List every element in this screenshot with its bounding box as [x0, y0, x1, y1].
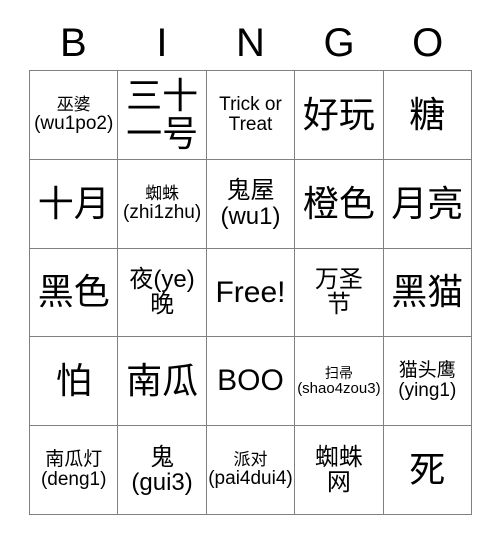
- bingo-cell-main-text: 十月: [37, 182, 110, 224]
- bingo-cell-sub-text: Treat: [228, 113, 273, 135]
- bingo-cell-content: 死: [385, 449, 470, 491]
- bingo-cell-content: 扫帚 (shao4zou3): [296, 366, 381, 397]
- bingo-cell-sub-text: (shao4zou3): [297, 379, 381, 397]
- bingo-cell-r2-c5[interactable]: 月亮: [383, 159, 472, 249]
- bingo-cell-r4-c2[interactable]: 南瓜: [118, 337, 207, 427]
- bingo-cell-main-text: 怕: [55, 360, 92, 402]
- bingo-cell-r3-c3[interactable]: Free!: [206, 248, 296, 338]
- bingo-header: B I N G O: [29, 16, 472, 70]
- bingo-cell-main-text: 鬼: [150, 443, 175, 471]
- bingo-cell-main-text: 南瓜: [126, 360, 199, 402]
- bingo-cell-r2-c2[interactable]: 蜘蛛 (zhi1zhu): [118, 159, 207, 249]
- bingo-cell-r5-c4[interactable]: 蜘蛛网: [295, 426, 384, 515]
- bingo-cell-r2-c1[interactable]: 十月: [30, 159, 119, 249]
- bingo-cell-sub-text: 节: [326, 291, 351, 319]
- bingo-cell-content: 派对 (pai4dui4): [208, 450, 293, 490]
- bingo-cell-main-text: Trick or: [219, 93, 282, 115]
- bingo-cell-r5-c2[interactable]: 鬼 (gui3): [118, 426, 207, 515]
- bingo-cell-r2-c4[interactable]: 橙色: [295, 159, 384, 249]
- bingo-cell-content: 鬼 (gui3): [119, 443, 204, 497]
- bingo-cell-main-text: 黑猫: [391, 271, 464, 313]
- bingo-cell-content: 猫头鹰 (ying1): [385, 361, 470, 401]
- bingo-cell-content: 夜(ye) 晚: [119, 267, 204, 318]
- bingo-cell-main-text: 黑色: [37, 271, 110, 313]
- bingo-cell-content: 黑色: [31, 273, 116, 311]
- bingo-cell-content: Free!: [208, 275, 293, 309]
- bingo-cell-r1-c4[interactable]: 好玩: [295, 71, 384, 160]
- bingo-cell-sub-text: 一号: [126, 112, 199, 154]
- header-letter-i: I: [156, 21, 168, 65]
- bingo-cell-r1-c3[interactable]: Trick or Treat: [206, 71, 296, 160]
- bingo-cell-content: 蜘蛛 (zhi1zhu): [119, 183, 204, 223]
- bingo-cell-sub-text: (pai4dui4): [208, 468, 293, 490]
- bingo-cell-sub-text: (wu1): [220, 202, 281, 230]
- bingo-cell-r4-c4[interactable]: 扫帚 (shao4zou3): [295, 337, 384, 427]
- bingo-cell-r5-c3[interactable]: 派对 (pai4dui4): [206, 426, 296, 515]
- bingo-cell-main-text: 橙色: [302, 182, 375, 224]
- bingo-cell-r5-c1[interactable]: 南瓜灯 (deng1): [30, 426, 119, 515]
- bingo-cell-main-text: 扫帚: [324, 364, 353, 381]
- bingo-cell-main-text: 蜘蛛: [145, 183, 180, 203]
- bingo-cell-sub-text: 网: [326, 469, 351, 497]
- bingo-cell-content: 橙色: [296, 182, 381, 224]
- bingo-cell-content: 怕: [31, 362, 116, 400]
- bingo-cell-r3-c2[interactable]: 夜(ye) 晚: [118, 248, 207, 338]
- bingo-cell-main-text: 夜(ye): [129, 266, 195, 294]
- bingo-cell-r1-c5[interactable]: 糖: [383, 71, 472, 160]
- bingo-cell-r4-c1[interactable]: 怕: [30, 337, 119, 427]
- bingo-cell-main-text: 鬼屋: [226, 177, 275, 205]
- header-letter-n: N: [236, 21, 265, 65]
- bingo-cell-main-text: 万圣: [314, 266, 363, 294]
- bingo-cell-content: 蜘蛛网: [296, 443, 381, 497]
- bingo-cell-main-text: 三十: [126, 74, 199, 116]
- bingo-cell-r4-c5[interactable]: 猫头鹰 (ying1): [383, 337, 472, 427]
- bingo-cell-content: 好玩: [296, 93, 381, 135]
- bingo-cell-sub-text: (ying1): [398, 380, 457, 402]
- bingo-cell-sub-text: (zhi1zhu): [123, 201, 202, 223]
- bingo-cell-r3-c1[interactable]: 黑色: [30, 248, 119, 338]
- bingo-cell-main-text: 猫头鹰: [398, 360, 456, 382]
- header-letter-g: G: [323, 21, 355, 65]
- bingo-cell-r2-c3[interactable]: 鬼屋 (wu1): [206, 159, 296, 249]
- bingo-cell-r1-c2[interactable]: 三十 一号: [118, 71, 207, 160]
- bingo-cell-main-text: 蜘蛛: [314, 443, 363, 471]
- bingo-cell-main-text: 月亮: [391, 182, 464, 224]
- bingo-cell-main-text: Free!: [215, 275, 286, 309]
- bingo-cell-content: 巫婆 (wu1po2): [31, 94, 116, 134]
- bingo-cell-main-text: 死: [409, 449, 446, 491]
- bingo-cell-content: 黑猫: [385, 273, 470, 311]
- header-letter-o: O: [412, 21, 444, 65]
- bingo-cell-r4-c3[interactable]: BOO: [206, 337, 296, 427]
- bingo-cell-r5-c5[interactable]: 死: [383, 426, 472, 515]
- bingo-cell-main-text: 派对: [233, 450, 268, 470]
- bingo-cell-content: 糖: [385, 93, 470, 135]
- header-letter-b: B: [59, 21, 87, 65]
- bingo-cell-content: 十月: [31, 182, 116, 224]
- bingo-cell-content: 鬼屋 (wu1): [208, 178, 293, 229]
- bingo-card: B I N G O 巫婆 (wu1po2) 三十 一号 Trick or Treat 好玩糖…: [0, 0, 500, 544]
- bingo-cell-content: 万圣节: [296, 267, 381, 318]
- bingo-cell-r3-c4[interactable]: 万圣节: [295, 248, 384, 338]
- bingo-cell-main-text: 南瓜灯: [45, 448, 103, 470]
- bingo-cell-sub-text: (deng1): [40, 469, 107, 491]
- bingo-cell-main-text: BOO: [217, 364, 284, 398]
- bingo-cell-r3-c5[interactable]: 黑猫: [383, 248, 472, 338]
- bingo-cell-r1-c1[interactable]: 巫婆 (wu1po2): [30, 71, 119, 160]
- bingo-cell-main-text: 好玩: [302, 93, 375, 135]
- bingo-cell-main-text: 糖: [409, 93, 446, 135]
- bingo-cell-content: Trick or Treat: [208, 93, 293, 135]
- bingo-cell-content: 月亮: [385, 182, 470, 224]
- bingo-grid: 巫婆 (wu1po2) 三十 一号 Trick or Treat 好玩糖十月 蜘蛛 (zhi1z…: [29, 70, 472, 515]
- bingo-cell-content: 南瓜: [119, 362, 204, 400]
- bingo-cell-main-text: 巫婆: [56, 94, 91, 114]
- bingo-cell-sub-text: (wu1po2): [34, 112, 114, 134]
- bingo-cell-sub-text: (gui3): [131, 469, 193, 497]
- bingo-cell-content: 三十 一号: [119, 74, 204, 154]
- bingo-cell-content: BOO: [208, 365, 293, 397]
- bingo-cell-content: 南瓜灯 (deng1): [31, 448, 116, 491]
- bingo-cell-sub-text: 晚: [150, 291, 175, 319]
